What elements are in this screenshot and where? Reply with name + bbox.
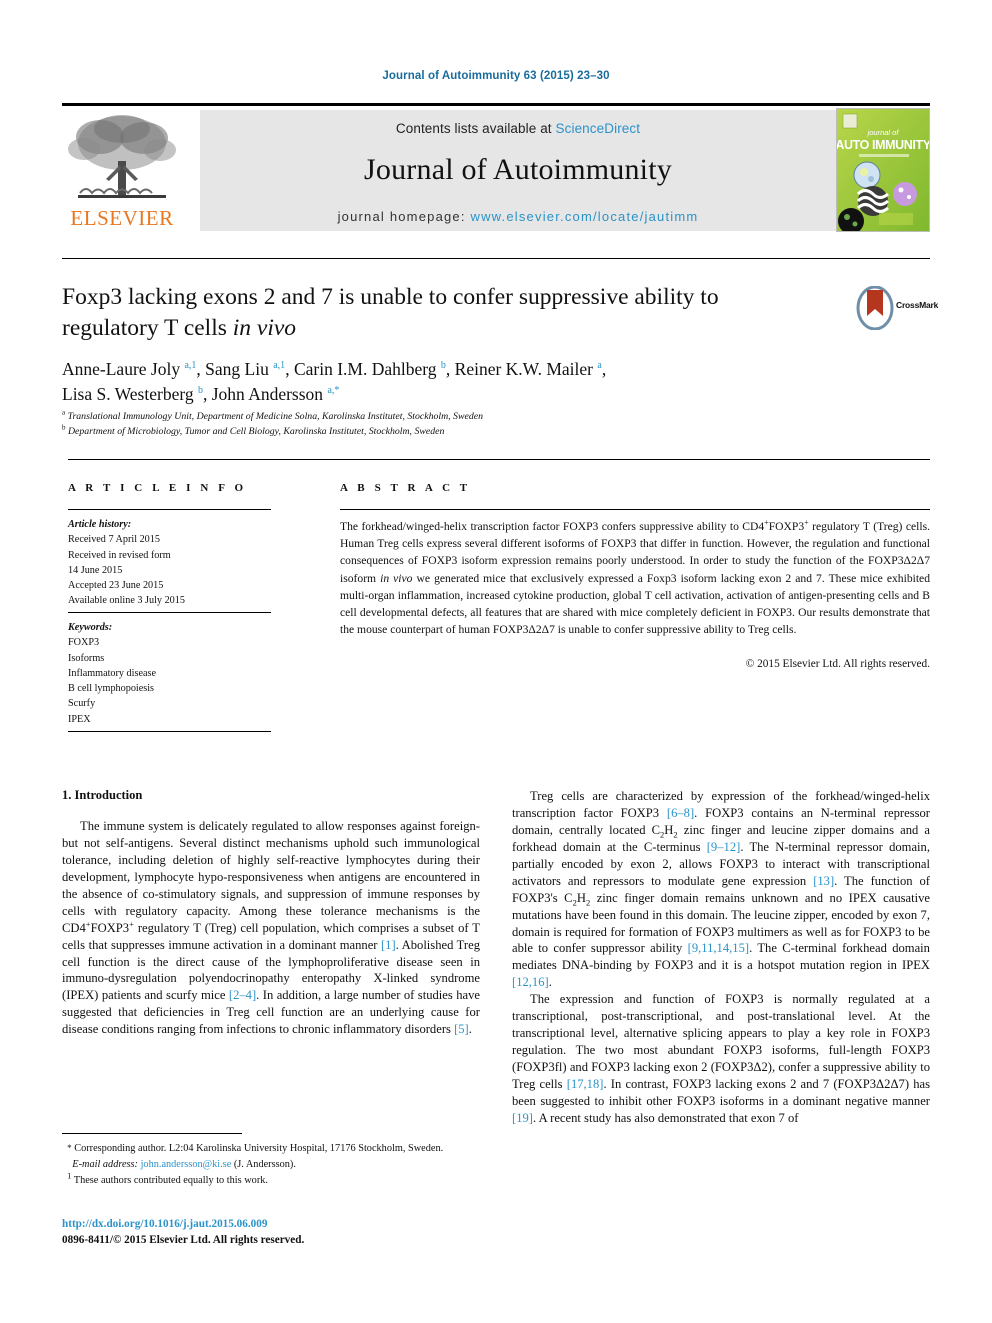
footnotes-block: * Corresponding author. L2:04 Karolinska… [62, 1142, 482, 1189]
history-line-2: 14 June 2015 [68, 564, 123, 576]
author-list: Anne-Laure Joly a,1, Sang Liu a,1, Carin… [62, 359, 607, 404]
title-line-2-prefix: regulatory T cells [62, 314, 233, 341]
masthead-top-rule [62, 103, 930, 106]
abstract-heading: A B S T R A C T [340, 482, 471, 494]
abstract-text: The forkhead/winged-helix transcription … [340, 518, 930, 637]
keyword-3: B cell lymphopoiesis [68, 683, 155, 695]
homepage-label: journal homepage: [337, 209, 471, 224]
masthead-banner: Contents lists available at ScienceDirec… [200, 110, 836, 231]
elsevier-logo: ELSEVIER [62, 109, 182, 231]
crossmark-badge[interactable]: CrossMark [856, 285, 939, 332]
history-line-4: Available online 3 July 2015 [68, 595, 185, 607]
introduction-heading: 1. Introduction [62, 788, 143, 802]
keyword-2: Inflammatory disease [68, 667, 156, 679]
title-line-2-italic: in vivo [232, 314, 297, 341]
journal-homepage-line: journal homepage: www.elsevier.com/locat… [200, 209, 836, 224]
article-history-label: Article history: [68, 519, 132, 530]
right-paragraph-1: Treg cells are characterized by expressi… [512, 789, 931, 990]
svg-text:journal of: journal of [867, 128, 900, 137]
journal-masthead: ELSEVIER Contents lists available at Sci… [62, 103, 930, 232]
svg-text:AUTO IMMUNITY: AUTO IMMUNITY [837, 138, 929, 152]
body-column-left: The immune system is delicately regulate… [62, 818, 480, 1038]
affiliation-a-text: Translational Immunology Unit, Departmen… [67, 411, 483, 422]
footnote-equal-contribution: 1 These authors contributed equally to t… [67, 1170, 268, 1186]
crossmark-icon [856, 285, 894, 331]
abstract-rule [340, 509, 930, 510]
affiliations: a Translational Immunology Unit, Departm… [62, 408, 862, 440]
footnote-corresponding-author: * Corresponding author. L2:04 Karolinska… [67, 1143, 444, 1154]
footnote-email: E-mail address: john.andersson@ki.se (J.… [62, 1158, 482, 1173]
doi-copyright-block: http://dx.doi.org/10.1016/j.jaut.2015.06… [62, 1216, 482, 1248]
title-line-1: Foxp3 lacking exons 2 and 7 is unable to… [62, 284, 719, 310]
abstract-copyright: © 2015 Elsevier Ltd. All rights reserved… [745, 658, 930, 670]
page-title: Foxp3 lacking exons 2 and 7 is unable to… [62, 282, 812, 343]
paper-page: Journal of Autoimmunity 63 (2015) 23–30 [0, 0, 992, 1323]
crossmark-label: CrossMark [896, 300, 939, 310]
journal-cover-image: journal of AUTO IMMUNITY [837, 109, 929, 231]
article-info-heading: A R T I C L E I N F O [68, 482, 247, 494]
keyword-1: Isoforms [68, 652, 105, 664]
info-rule-3 [68, 731, 271, 732]
article-history-block: Article history: Received 7 April 2015 R… [68, 517, 298, 609]
sciencedirect-link[interactable]: ScienceDirect [556, 121, 641, 136]
footnote-divider [62, 1133, 242, 1134]
info-rule-1 [68, 509, 271, 510]
email-label: E-mail address: [72, 1158, 138, 1170]
issn-copyright-line: 0896-8411/© 2015 Elsevier Ltd. All right… [62, 1234, 305, 1247]
journal-title: Journal of Autoimmunity [364, 153, 672, 186]
keyword-4: Scurfy [68, 698, 96, 710]
author-email-link[interactable]: john.andersson@ki.se [141, 1159, 232, 1170]
keywords-block: Keywords: FOXP3 Isoforms Inflammatory di… [68, 620, 298, 727]
equal-contribution-text: These authors contributed equally to thi… [73, 1174, 268, 1186]
keywords-label: Keywords: [68, 622, 113, 633]
keyword-5: IPEX [68, 713, 91, 725]
contents-prefix: Contents lists available at [395, 121, 556, 136]
keyword-0: FOXP3 [68, 637, 100, 649]
journal-cover-thumbnail: journal of AUTO IMMUNITY [836, 108, 930, 232]
info-top-rule [68, 459, 930, 460]
running-head: Journal of Autoimmunity 63 (2015) 23–30 [382, 70, 610, 82]
contents-available-line: Contents lists available at ScienceDirec… [200, 110, 836, 136]
left-paragraph-1: The immune system is delicately regulate… [62, 819, 481, 1037]
doi-link[interactable]: http://dx.doi.org/10.1016/j.jaut.2015.06… [62, 1216, 482, 1232]
corresponding-author-text: Corresponding author. L2:04 Karolinska U… [74, 1143, 444, 1154]
right-paragraph-2: The expression and function of FOXP3 is … [512, 992, 930, 1125]
body-column-right: Treg cells are characterized by expressi… [512, 788, 930, 1127]
history-line-3: Accepted 23 June 2015 [68, 580, 164, 592]
info-rule-2 [68, 612, 271, 613]
title-divider [62, 258, 930, 259]
homepage-url-link[interactable]: www.elsevier.com/locate/jautimm [470, 209, 698, 224]
affiliation-a: a Translational Immunology Unit, Departm… [62, 408, 483, 422]
elsevier-tree-icon [68, 115, 176, 198]
elsevier-wordmark: ELSEVIER [70, 206, 174, 230]
affiliation-b: b Department of Microbiology, Tumor and … [62, 423, 445, 437]
affiliation-b-text: Department of Microbiology, Tumor and Ce… [67, 425, 445, 437]
email-suffix: (J. Andersson). [233, 1158, 296, 1170]
history-line-1: Received in revised form [68, 549, 171, 561]
history-line-0: Received 7 April 2015 [68, 534, 160, 546]
